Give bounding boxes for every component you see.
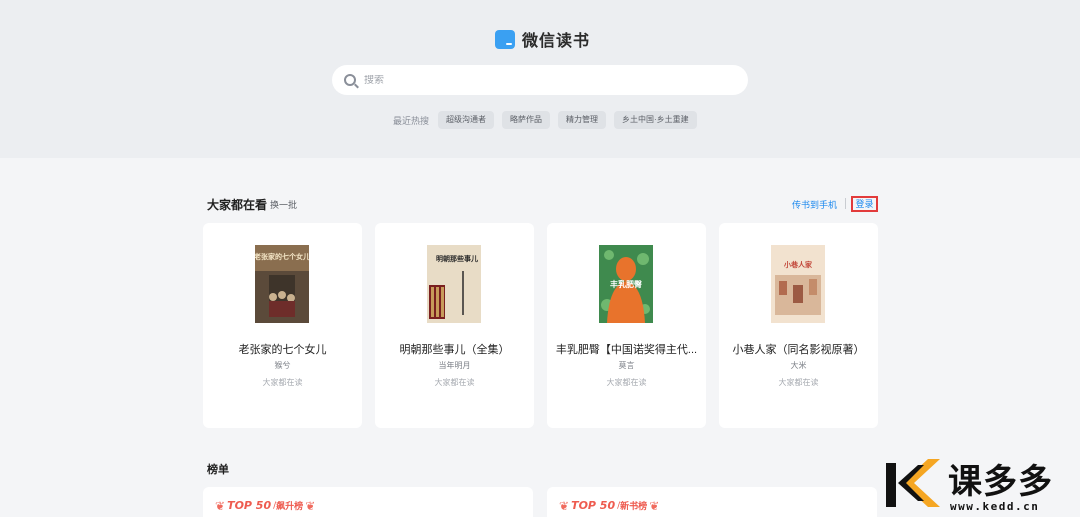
book-title: 明朝那些事儿（全集） [399,344,510,356]
search-input[interactable] [364,74,724,86]
book-card[interactable]: 丰乳肥臀 丰乳肥臀【中国诺奖得主代... 莫言 大家都在读 [547,223,706,428]
hot-tag[interactable]: 略萨作品 [502,111,551,129]
ranking-name: 新书榜 [620,501,648,511]
book-author: 当年明月 [438,361,471,370]
hot-searches-label: 最近热搜 [393,115,430,126]
ranking-badge: ❦ TOP 50 / 新书榜 ❦ [559,499,659,512]
book-cover: 明朝那些事儿 [427,245,481,323]
book-tag: 大家都在读 [778,378,819,387]
ranking-card[interactable]: ❦ TOP 50 / 飙升榜 ❦ [203,487,533,517]
ranking-name: 飙升榜 [276,501,304,511]
laurel-right-icon: ❦ [649,498,660,513]
svg-text:丰乳肥臀: 丰乳肥臀 [610,279,642,289]
ranking-top-label: TOP 50 [571,499,616,512]
book-card[interactable]: 小巷人家 小巷人家（同名影视原著） 大米 大家都在读 [719,223,878,428]
send-to-phone-link[interactable]: 传书到手机 [792,198,837,211]
book-author: 莫言 [618,361,635,370]
book-cover: 丰乳肥臀 [599,245,653,323]
book-tag: 大家都在读 [434,378,475,387]
refresh-link[interactable]: 换一批 [270,198,297,211]
ranking-badge: ❦ TOP 50 / 飙升榜 ❦ [215,499,315,512]
app-name: 微信读书 [522,31,591,50]
book-title: 老张家的七个女儿 [238,344,327,356]
book-author: 猴兮 [274,361,291,370]
brand[interactable]: 微信读书 [495,28,590,50]
ranking-card[interactable]: ❦ TOP 50 / 新书榜 ❦ [547,487,877,517]
book-card[interactable]: 明朝那些事儿 明朝那些事儿（全集） 当年明月 大家都在读 [375,223,534,428]
book-cover: 小巷人家 [771,245,825,323]
book-author: 大米 [790,361,807,370]
book-title: 丰乳肥臀【中国诺奖得主代... [555,344,698,356]
watermark-brand: 课多多 [948,462,1053,502]
divider [845,198,846,209]
hot-tag[interactable]: 乡土中国·乡土重建 [614,111,697,129]
login-button[interactable]: 登录 [851,196,878,212]
svg-text:明朝那些事儿: 明朝那些事儿 [436,254,478,263]
svg-text:小巷人家: 小巷人家 [783,260,813,269]
book-tag: 大家都在读 [262,378,303,387]
search-bar[interactable] [332,65,748,95]
book-cover: 老张家的七个女儿 [255,245,309,323]
svg-text:老张家的七个女儿: 老张家的七个女儿 [255,252,309,261]
hot-searches: 最近热搜 超级沟通者 略萨作品 精力管理 乡土中国·乡土重建 [393,111,705,129]
hot-tag[interactable]: 超级沟通者 [438,111,495,129]
ranking-top-label: TOP 50 [227,499,272,512]
header-hero: 微信读书 最近热搜 超级沟通者 略萨作品 精力管理 乡土中国·乡土重建 [0,0,1080,158]
rankings-title: 榜单 [207,464,229,476]
hot-tag[interactable]: 精力管理 [558,111,607,129]
section-title: 大家都在看 [207,198,268,212]
watermark-url: www.kedd.cn [950,500,1040,513]
book-title: 小巷人家（同名影视原著） [732,344,865,356]
watermark-logo: 课多多 www.kedd.cn [878,454,1080,517]
watermark-k-icon [886,459,940,507]
book-card[interactable]: 老张家的七个女儿 老张家的七个女儿 猴兮 大家都在读 [203,223,362,428]
laurel-left-icon: ❦ [559,498,570,513]
weread-logo-icon [495,29,515,49]
laurel-right-icon: ❦ [305,498,316,513]
book-tag: 大家都在读 [606,378,647,387]
search-icon [344,74,356,86]
laurel-left-icon: ❦ [215,498,226,513]
